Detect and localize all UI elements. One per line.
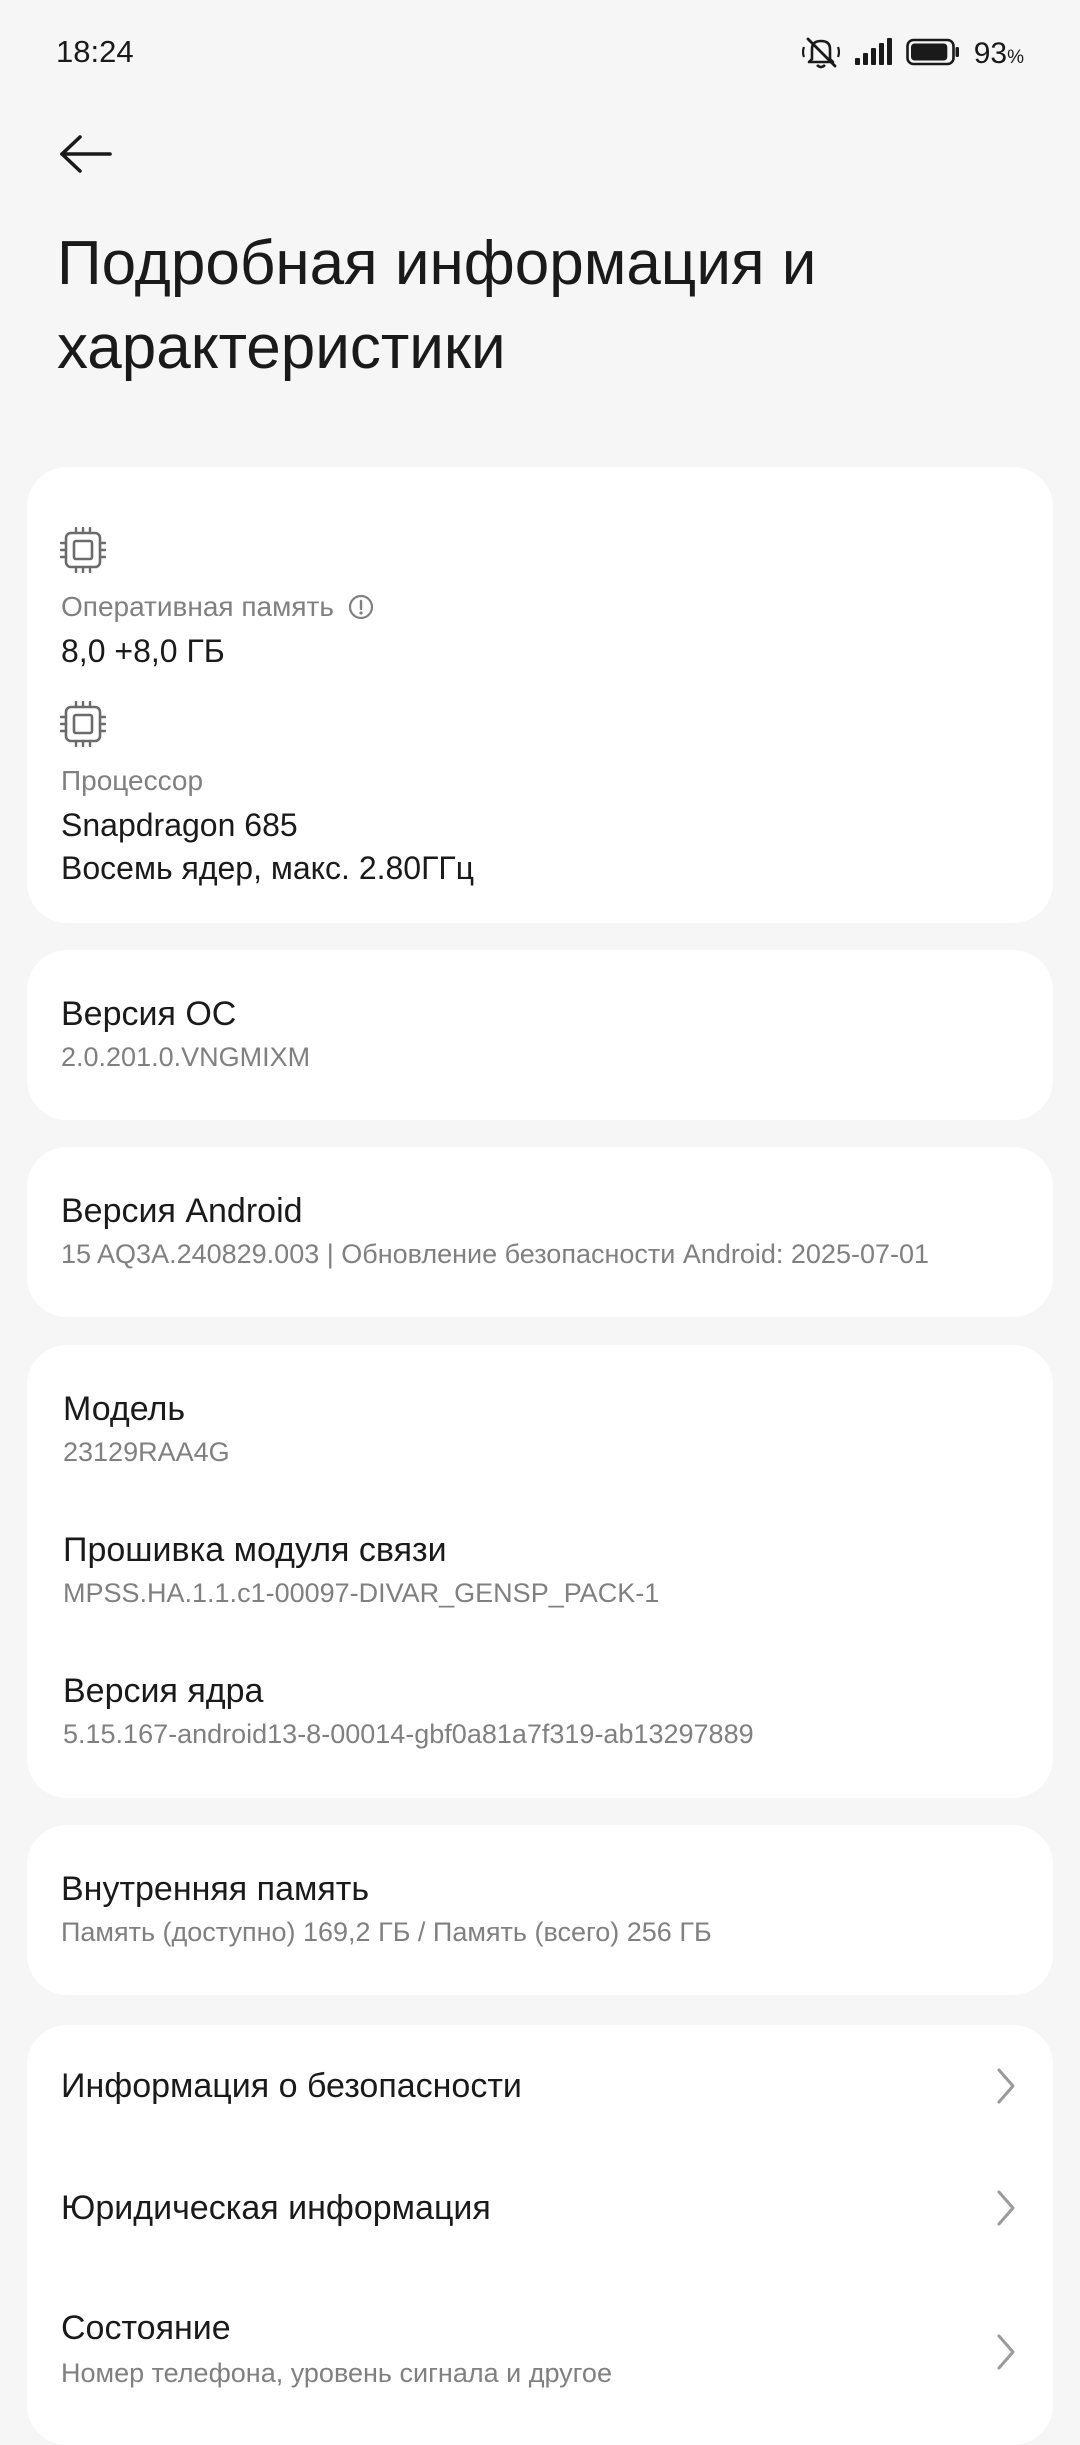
link-security-info[interactable]: Информация о безопасности bbox=[27, 2025, 1053, 2147]
status-time: 18:24 bbox=[56, 34, 134, 69]
battery-icon bbox=[905, 38, 960, 71]
ram-label: Оперативная память bbox=[61, 591, 374, 623]
device-info-card: Модель 23129RAA4G Прошивка модуля связи … bbox=[27, 1345, 1053, 1798]
arrow-left-icon bbox=[60, 135, 112, 173]
back-button[interactable] bbox=[52, 124, 120, 184]
link-title: Состояние bbox=[61, 2309, 231, 2347]
android-version-value: 15 AQ3A.240829.003 | Обновление безопасн… bbox=[61, 1239, 930, 1269]
chevron-right-icon bbox=[997, 2334, 1015, 2370]
links-card: Информация о безопасности Юридическая ин… bbox=[27, 2025, 1053, 2445]
link-status[interactable]: Состояние Номер телефона, уровень сигнал… bbox=[27, 2269, 1053, 2419]
page-title: Подробная информация и характеристики bbox=[57, 229, 817, 382]
kernel-value: 5.15.167-android13-8-00014-gbf0a81a7f319… bbox=[63, 1719, 754, 1749]
storage-title: Внутренняя память bbox=[61, 1870, 370, 1908]
chevron-right-icon bbox=[997, 2190, 1015, 2226]
os-version-card[interactable]: Версия ОС 2.0.201.0.VNGMIXM bbox=[27, 950, 1053, 1120]
hardware-card: Оперативная память 8,0 +8,0 ГБ Процессор… bbox=[27, 467, 1053, 923]
baseband-title: Прошивка модуля связи bbox=[63, 1531, 447, 1569]
model-title: Модель bbox=[63, 1390, 186, 1428]
storage-card[interactable]: Внутренняя память Память (доступно) 169,… bbox=[27, 1825, 1053, 1995]
chip-icon bbox=[60, 527, 106, 573]
link-legal-info[interactable]: Юридическая информация bbox=[27, 2147, 1053, 2269]
android-version-title: Версия Android bbox=[61, 1192, 303, 1230]
link-title: Информация о безопасности bbox=[61, 2067, 522, 2105]
chip-icon bbox=[60, 701, 106, 747]
chevron-right-icon bbox=[997, 2068, 1015, 2104]
status-icons: 93% bbox=[801, 34, 1024, 74]
signal-icon bbox=[854, 37, 892, 71]
android-version-card[interactable]: Версия Android 15 AQ3A.240829.003 | Обно… bbox=[27, 1147, 1053, 1317]
kernel-title: Версия ядра bbox=[63, 1672, 264, 1710]
cpu-label: Процессор bbox=[61, 765, 204, 796]
model-value: 23129RAA4G bbox=[63, 1437, 230, 1467]
link-title: Юридическая информация bbox=[61, 2189, 491, 2227]
cpu-details: Восемь ядер, макс. 2.80ГГц bbox=[61, 850, 475, 886]
baseband-value: MPSS.HA.1.1.c1-00097-DIVAR_GENSP_PACK-1 bbox=[63, 1578, 660, 1608]
ram-value: 8,0 +8,0 ГБ bbox=[61, 633, 225, 669]
mute-icon bbox=[801, 35, 840, 74]
battery-percent: 93% bbox=[973, 37, 1024, 70]
os-version-title: Версия ОС bbox=[61, 995, 237, 1033]
link-subtitle: Номер телефона, уровень сигнала и другое bbox=[61, 2358, 612, 2388]
cpu-model: Snapdragon 685 bbox=[61, 807, 298, 843]
os-version-value: 2.0.201.0.VNGMIXM bbox=[61, 1042, 311, 1072]
info-icon[interactable] bbox=[348, 594, 374, 620]
status-bar: 18:24 93% bbox=[0, 0, 1080, 110]
storage-value: Память (доступно) 169,2 ГБ / Память (все… bbox=[61, 1917, 712, 1947]
